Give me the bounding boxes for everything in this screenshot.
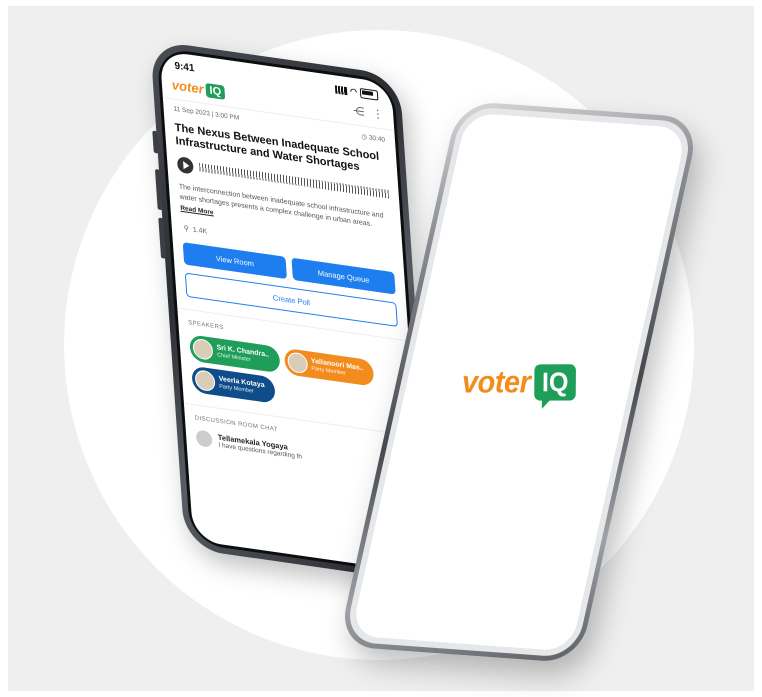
splash-logo-iq: IQ [534,363,577,401]
clock-icon: ◷ [361,133,368,142]
signal-icon [334,84,348,95]
avatar [286,351,308,375]
logo-voter-text: voter [171,77,205,97]
stage: 9:41 ◠ voter IQ ⋲ ⋮ 11 Sep 2023 | 3:00 P… [0,0,762,697]
share-icon[interactable]: ⋲ [353,104,365,119]
avatar [195,429,213,448]
avatar [194,369,216,393]
speaker-chip[interactable]: Yallanoori Mas.. Party Member [283,347,375,387]
logo-iq-text: IQ [205,82,226,100]
splash-logo: voter IQ [461,363,577,401]
header-actions: ⋲ ⋮ [353,104,384,121]
more-options-icon[interactable]: ⋮ [372,107,384,122]
avatar [192,337,214,361]
splash-logo-voter: voter [461,364,531,399]
wifi-icon: ◠ [349,86,358,97]
app-logo: voter IQ [171,77,226,100]
user-icon: ⚲ [183,225,190,234]
mute-switch [152,130,159,154]
speaker-chip[interactable]: Veerla Kotaya Party Member [191,365,276,404]
